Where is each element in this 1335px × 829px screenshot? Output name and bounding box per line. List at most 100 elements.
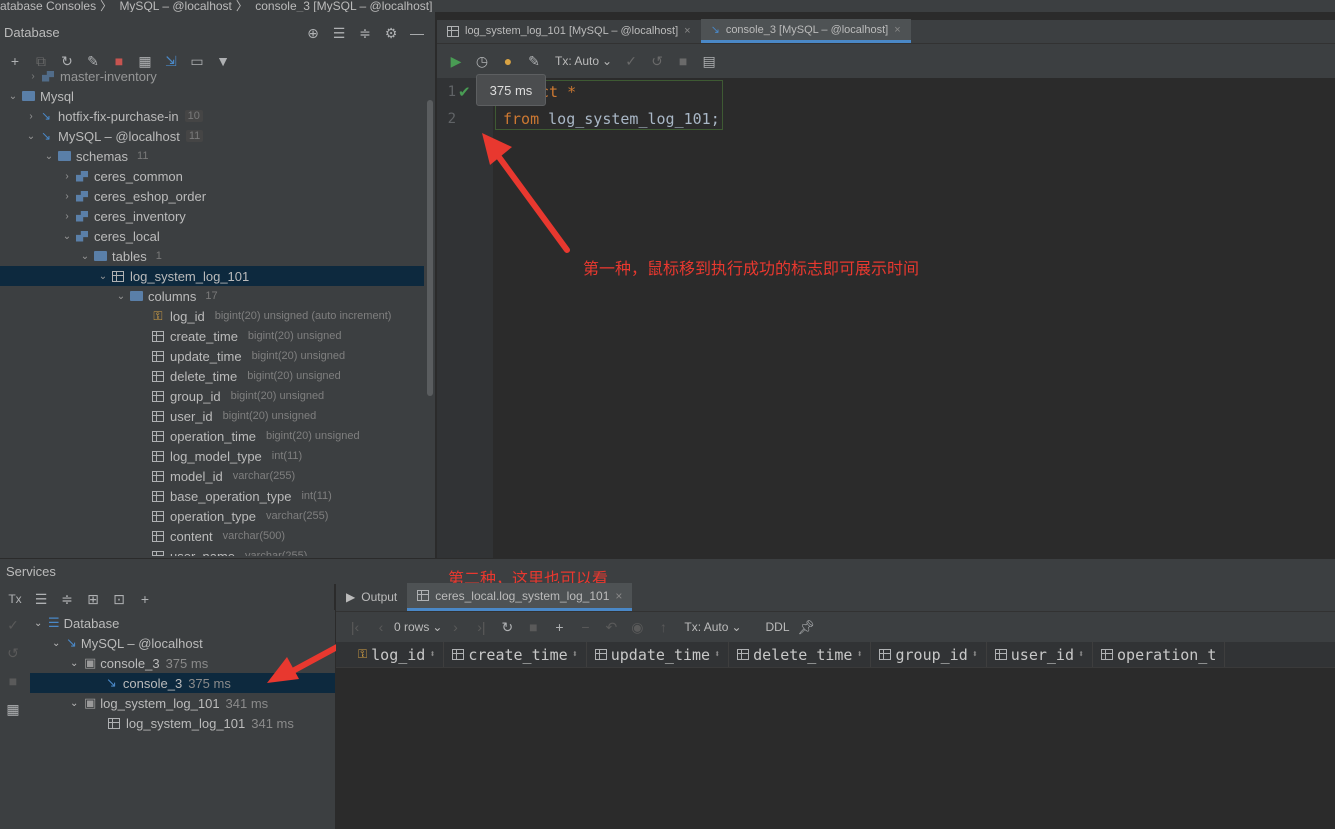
tab-result[interactable]: ceres_local.log_system_log_101 ×: [407, 583, 633, 611]
chevron-right-icon[interactable]: ›: [60, 171, 74, 182]
chevron-down-icon[interactable]: ⌄: [114, 291, 128, 302]
service-node[interactable]: ⌄ ▣ log_system_log_101 341 ms: [30, 693, 335, 713]
column-header[interactable]: create_time ⬍: [444, 642, 587, 667]
next-page-icon[interactable]: ›: [442, 616, 468, 638]
tree-node[interactable]: ⌄ columns 17: [0, 286, 424, 306]
column-node[interactable]: user_id bigint(20) unsigned: [0, 406, 424, 426]
collapse-all-icon[interactable]: ≑: [352, 22, 378, 44]
tree-node[interactable]: ⌄ ceres_local: [0, 226, 424, 246]
column-header[interactable]: operation_t: [1093, 642, 1226, 667]
chevron-right-icon[interactable]: ›: [60, 211, 74, 222]
service-node[interactable]: log_system_log_101 341 ms: [30, 713, 335, 733]
chevron-down-icon[interactable]: ⌄: [52, 638, 66, 649]
tx-button[interactable]: Tx: [2, 588, 28, 610]
column-header[interactable]: user_id ⬍: [987, 642, 1094, 667]
column-node[interactable]: operation_time bigint(20) unsigned: [0, 426, 424, 446]
tab-output[interactable]: ▶ Output: [336, 583, 407, 611]
tree-node[interactable]: ⌄ schemas 11: [0, 146, 424, 166]
sort-icon[interactable]: ⬍: [856, 649, 862, 660]
expand-all-icon[interactable]: ☰: [326, 22, 352, 44]
rows-select[interactable]: 0 rows ⌄: [394, 620, 442, 634]
close-icon[interactable]: ×: [894, 24, 900, 36]
rollback-icon[interactable]: ↺: [644, 50, 670, 72]
expand-all-icon[interactable]: ☰: [28, 588, 54, 610]
collapse-all-icon[interactable]: ≑: [54, 588, 80, 610]
column-node[interactable]: delete_time bigint(20) unsigned: [0, 366, 424, 386]
sort-icon[interactable]: ⬍: [714, 649, 720, 660]
tab-console[interactable]: ↘ console_3 [MySQL – @localhost] ×: [700, 19, 911, 43]
refresh-icon[interactable]: ↻: [494, 616, 520, 638]
revert-icon[interactable]: ↶: [598, 616, 624, 638]
stop-icon[interactable]: ■: [670, 50, 696, 72]
close-icon[interactable]: ×: [684, 25, 690, 37]
add-icon[interactable]: +: [132, 588, 158, 610]
column-node[interactable]: content varchar(500): [0, 526, 424, 546]
layout-icon[interactable]: ▦: [0, 698, 26, 720]
tree-node[interactable]: › ceres_eshop_order: [0, 186, 424, 206]
chevron-down-icon[interactable]: ⌄: [70, 658, 84, 669]
group-icon[interactable]: ⊞: [80, 588, 106, 610]
breadcrumb-item[interactable]: MySQL – @localhost: [119, 0, 231, 12]
column-node[interactable]: user_name varchar(255): [0, 546, 424, 556]
chevron-down-icon[interactable]: ⌄: [24, 131, 38, 142]
run-icon[interactable]: ▶: [443, 50, 469, 72]
submit-icon[interactable]: ↑: [650, 616, 676, 638]
chevron-right-icon[interactable]: ›: [60, 191, 74, 202]
gear-icon[interactable]: ⚙: [378, 22, 404, 44]
column-node[interactable]: base_operation_type int(11): [0, 486, 424, 506]
sort-icon[interactable]: ⬍: [1078, 649, 1084, 660]
tree-scrollbar[interactable]: [427, 100, 433, 396]
chevron-down-icon[interactable]: ⌄: [60, 231, 74, 242]
prev-page-icon[interactable]: ‹: [368, 616, 394, 638]
column-header[interactable]: group_id ⬍: [871, 642, 987, 667]
chevron-down-icon[interactable]: ⌄: [6, 91, 20, 102]
preview-icon[interactable]: ◉: [624, 616, 650, 638]
delete-row-icon[interactable]: −: [572, 616, 598, 638]
chevron-down-icon[interactable]: ⌄: [96, 271, 110, 282]
column-header[interactable]: ⚿ log_id ⬍: [336, 642, 445, 667]
column-node[interactable]: ⚿ log_id bigint(20) unsigned (auto increme…: [0, 306, 424, 326]
profile-icon[interactable]: ●: [495, 50, 521, 72]
table-view-icon[interactable]: ▤: [696, 50, 722, 72]
crosshair-icon[interactable]: ⊕: [300, 22, 326, 44]
chevron-down-icon[interactable]: ⌄: [34, 618, 48, 629]
ddl-button[interactable]: DDL: [766, 620, 790, 634]
stop-icon[interactable]: ■: [520, 616, 546, 638]
breadcrumb-item[interactable]: atabase Consoles: [0, 0, 96, 12]
chevron-down-icon[interactable]: ⌄: [42, 151, 56, 162]
tab-log-system[interactable]: log_system_log_101 [MySQL – @localhost] ×: [437, 19, 701, 43]
first-page-icon[interactable]: |‹: [342, 616, 368, 638]
pin-icon[interactable]: 📌︎: [794, 616, 820, 638]
chevron-down-icon[interactable]: ⌄: [78, 251, 92, 262]
tree-node[interactable]: ⌄ tables 1: [0, 246, 424, 266]
tree-node[interactable]: › ↘ hotfix-fix-purchase-in 10: [0, 106, 424, 126]
tx-mode-select[interactable]: Tx: Auto ⌄: [555, 54, 612, 68]
chevron-right-icon[interactable]: ›: [24, 111, 38, 122]
add-row-icon[interactable]: +: [546, 616, 572, 638]
sort-icon[interactable]: ⬍: [972, 649, 978, 660]
tree-node[interactable]: ⌄ Mysql: [0, 86, 424, 106]
column-header[interactable]: update_time ⬍: [587, 642, 730, 667]
stop-icon[interactable]: ■: [0, 670, 26, 692]
tree-node[interactable]: › master-inventory: [0, 66, 424, 86]
tx-mode-select[interactable]: Tx: Auto ⌄: [684, 620, 741, 634]
wrench-icon[interactable]: ✎: [521, 50, 547, 72]
history-icon[interactable]: ◷: [469, 50, 495, 72]
last-page-icon[interactable]: ›|: [468, 616, 494, 638]
column-node[interactable]: log_model_type int(11): [0, 446, 424, 466]
tree-node[interactable]: ⌄ ↘ MySQL – @localhost 11: [0, 126, 424, 146]
tree-node-selected[interactable]: ⌄ log_system_log_101: [0, 266, 424, 286]
column-node[interactable]: model_id varchar(255): [0, 466, 424, 486]
column-node[interactable]: update_time bigint(20) unsigned: [0, 346, 424, 366]
success-check-icon[interactable]: ✔: [458, 83, 471, 101]
column-node[interactable]: operation_type varchar(255): [0, 506, 424, 526]
sort-icon[interactable]: ⬍: [429, 649, 435, 660]
rollback-icon[interactable]: ↺: [0, 642, 26, 664]
commit-icon[interactable]: ✓: [618, 50, 644, 72]
new-session-icon[interactable]: ⊡: [106, 588, 132, 610]
sort-icon[interactable]: ⬍: [572, 649, 578, 660]
column-node[interactable]: create_time bigint(20) unsigned: [0, 326, 424, 346]
column-node[interactable]: group_id bigint(20) unsigned: [0, 386, 424, 406]
tree-node[interactable]: › ceres_common: [0, 166, 424, 186]
close-icon[interactable]: ×: [615, 589, 622, 603]
